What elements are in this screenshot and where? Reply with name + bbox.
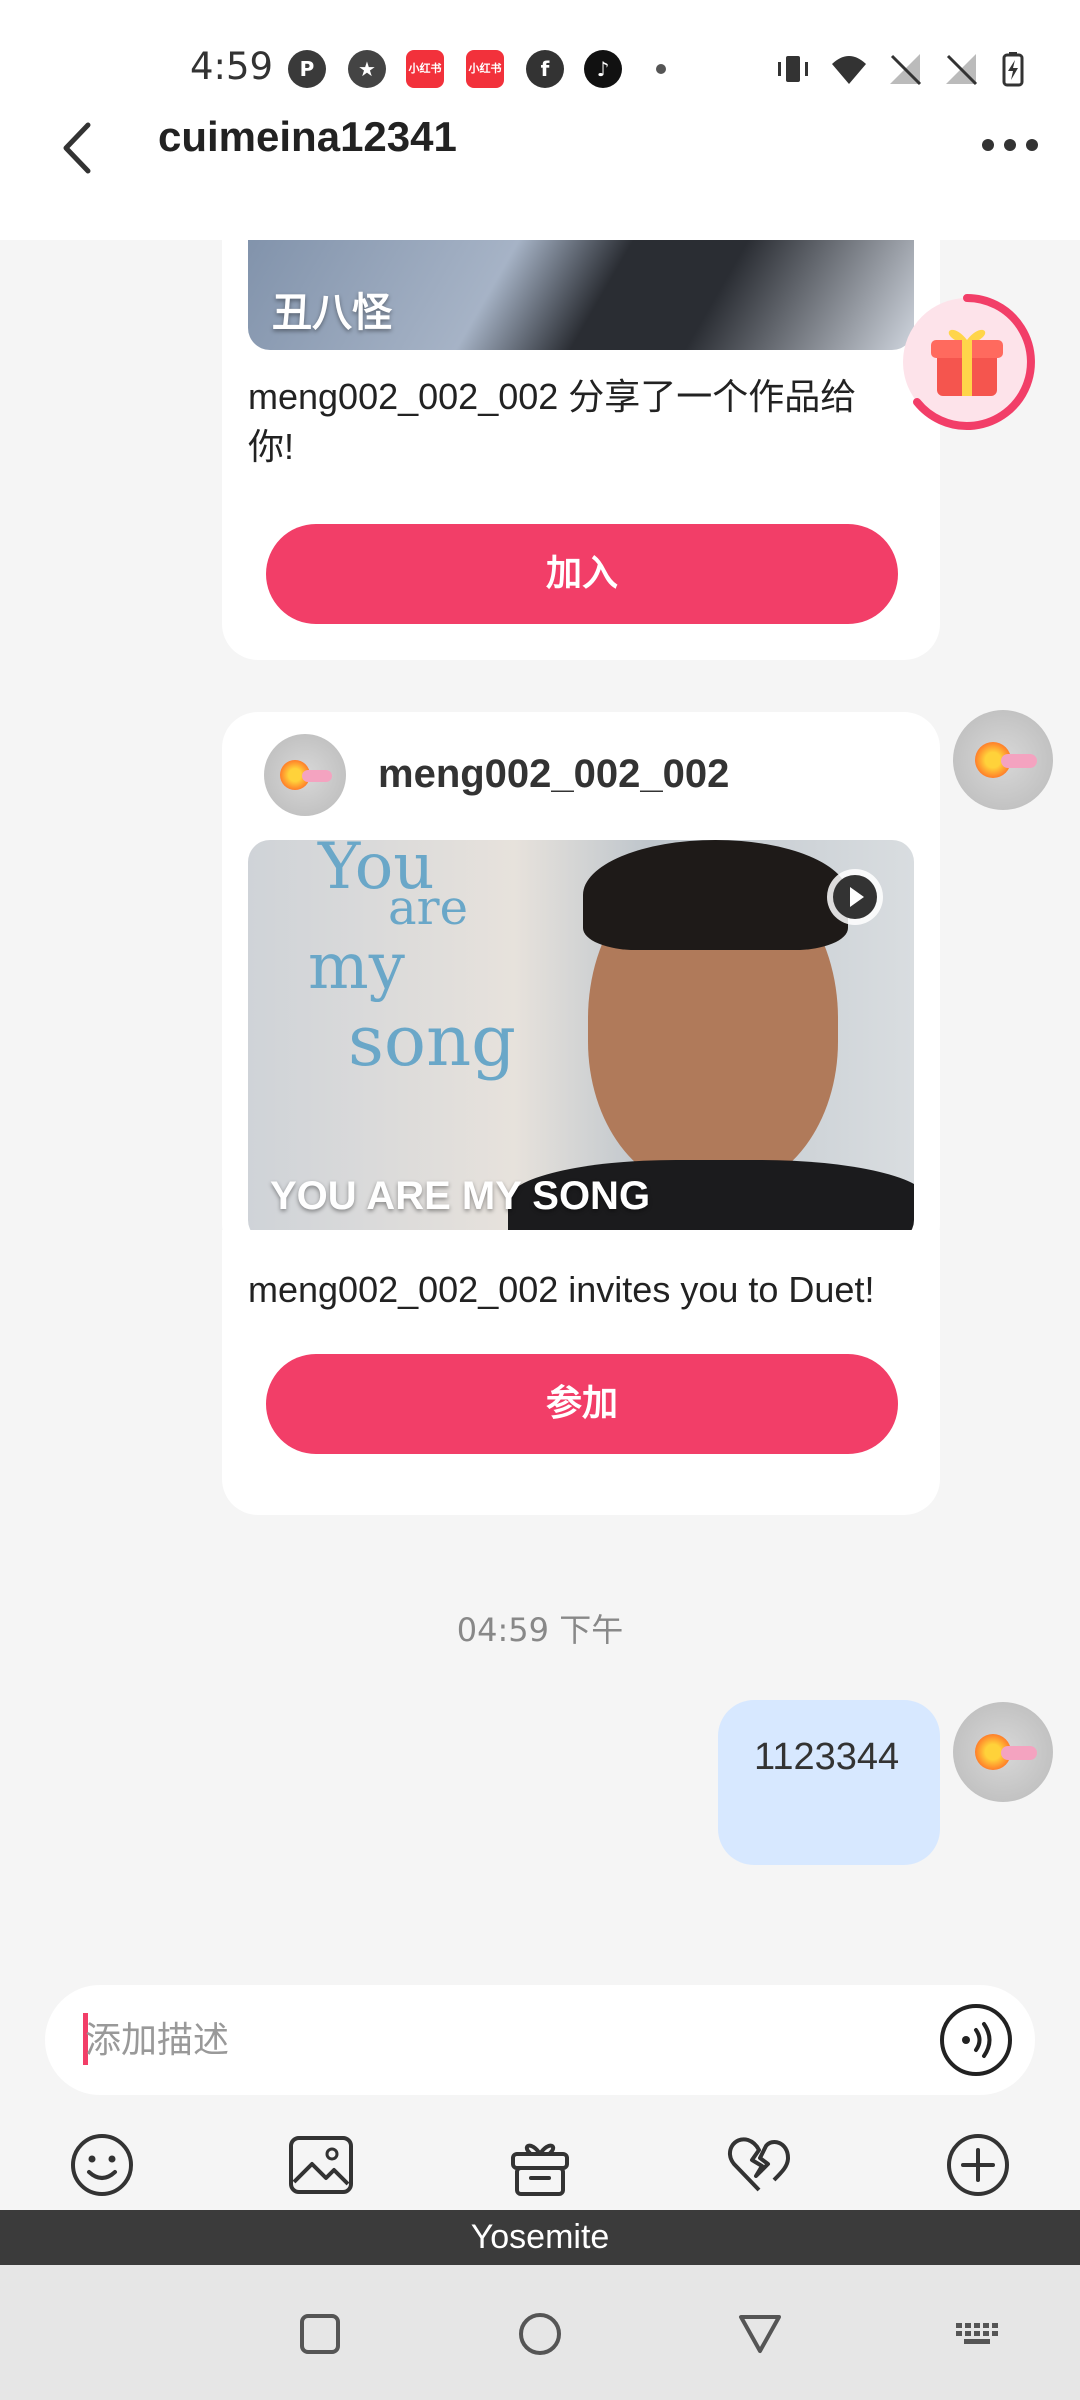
card-spacer	[222, 1220, 940, 1221]
shared-work-message: meng002_002_002 分享了一个作品给你!	[248, 376, 857, 467]
back-button[interactable]	[52, 113, 112, 183]
system-nav-bar	[0, 2265, 1080, 2400]
voice-input-button[interactable]	[938, 2002, 1014, 2078]
avatar[interactable]	[264, 734, 346, 816]
status-time: 4:59	[190, 45, 274, 88]
wifi-icon	[832, 56, 866, 84]
thumbnail-word: my	[308, 930, 405, 1004]
keyboard-toggle-icon[interactable]	[952, 2309, 1002, 2359]
message-input[interactable]	[85, 1985, 935, 2095]
xiaohongshu-icon: 小红书	[406, 50, 444, 88]
duet-video-thumbnail[interactable]: You are my song YOU ARE MY SONG	[248, 840, 914, 1242]
sent-message-text: 1123344	[754, 1736, 900, 1778]
signal-off-icon	[946, 54, 978, 86]
shared-work-title: 丑八怪	[272, 291, 392, 335]
chat-header: cuimeina12341	[0, 95, 1080, 240]
thumbnail-word: song	[348, 1000, 516, 1082]
gift-icon[interactable]	[897, 292, 1037, 432]
participate-button[interactable]: 参加	[266, 1354, 898, 1454]
home-button[interactable]	[515, 2309, 565, 2359]
plus-icon[interactable]	[943, 2130, 1013, 2200]
sent-message-bubble[interactable]: 1123344	[718, 1700, 940, 1865]
p-icon: P	[288, 50, 326, 88]
image-icon[interactable]	[286, 2130, 356, 2200]
gift-icon[interactable]	[505, 2130, 575, 2200]
recents-button[interactable]	[295, 2309, 345, 2359]
broken-heart-icon[interactable]	[724, 2130, 794, 2200]
battery-charging-icon	[1002, 52, 1024, 87]
play-icon[interactable]	[826, 868, 884, 926]
thumbnail-hair	[583, 840, 848, 950]
signal-off-icon	[890, 54, 922, 86]
emoji-icon[interactable]	[67, 2130, 137, 2200]
more-options-button[interactable]	[980, 133, 1040, 157]
back-nav-button[interactable]	[735, 2309, 785, 2359]
avatar[interactable]	[953, 710, 1053, 810]
card-username: meng002_002_002	[378, 752, 730, 796]
chat-toolbar	[0, 2130, 1080, 2210]
shared-work-card: 丑八怪 meng002_002_002 分享了一个作品给你! 加入	[222, 240, 940, 660]
keyboard-name: Yosemite	[0, 2210, 1080, 2265]
shared-work-thumbnail[interactable]: 丑八怪	[248, 240, 914, 350]
vibrate-icon	[778, 56, 808, 82]
message-input-bar	[45, 1985, 1035, 2095]
notification-dot	[656, 64, 666, 74]
avatar[interactable]	[953, 1702, 1053, 1802]
tiktok-icon: ♪	[584, 50, 622, 88]
chat-title: cuimeina12341	[158, 113, 457, 160]
duet-song-title: YOU ARE MY SONG	[270, 1174, 651, 1218]
duet-invite-card: meng002_002_002 You are my song YOU ARE …	[222, 712, 940, 1260]
thumbnail-word: are	[388, 880, 468, 936]
join-button[interactable]: 加入	[266, 524, 898, 624]
duet-invite-message: meng002_002_002 invites you to Duet!	[248, 1269, 875, 1310]
star-badge-icon: ★	[348, 50, 386, 88]
chat-message-list[interactable]: 丑八怪 meng002_002_002 分享了一个作品给你! 加入 meng00…	[0, 240, 1080, 1980]
message-timestamp: 04:59 下午	[456, 1611, 624, 1649]
facebook-icon: f	[526, 50, 564, 88]
xiaohongshu-icon: 小红书	[466, 50, 504, 88]
